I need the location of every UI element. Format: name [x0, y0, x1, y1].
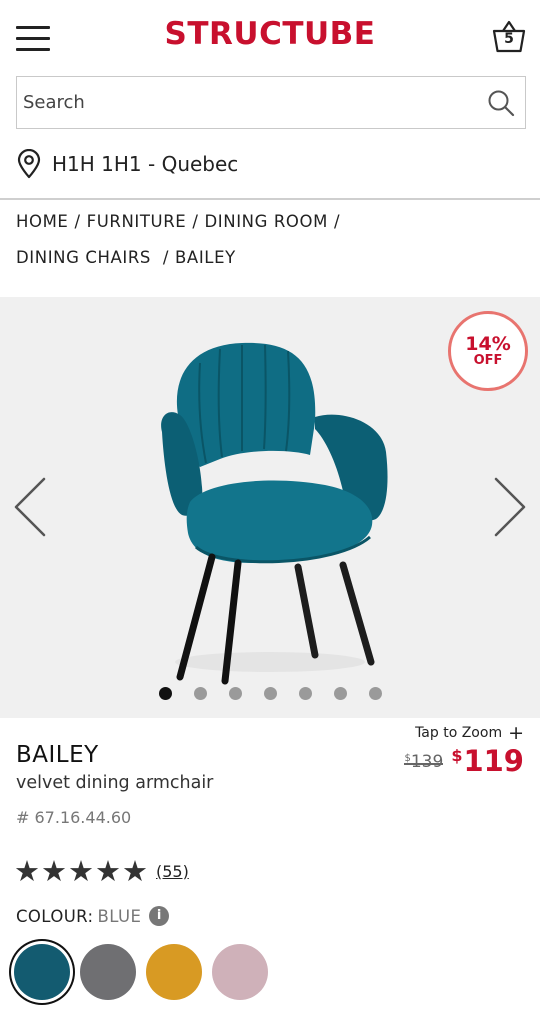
carousel-dot[interactable]: [333, 687, 347, 700]
breadcrumb-dining-room[interactable]: DINING ROOM: [205, 212, 328, 231]
carousel-dot[interactable]: [368, 687, 382, 700]
search-icon[interactable]: [487, 89, 515, 117]
tap-to-zoom[interactable]: Tap to Zoom +: [415, 722, 524, 744]
swatch-yellow[interactable]: [146, 944, 202, 1000]
colour-swatches: [14, 944, 278, 1000]
search-input[interactable]: [17, 77, 477, 128]
carousel-dot[interactable]: [158, 687, 172, 700]
plus-icon: +: [508, 722, 524, 744]
breadcrumb: HOME / FURNITURE / DINING ROOM / DINING CHAIRS…: [16, 204, 526, 276]
product-sku: # 67.16.44.60: [16, 808, 132, 827]
info-icon[interactable]: i: [149, 906, 170, 926]
product-image[interactable]: [150, 337, 400, 687]
previous-image-arrow-icon[interactable]: [10, 475, 50, 539]
original-price-value: 139: [410, 752, 444, 772]
original-price: $139: [404, 752, 443, 772]
star-icon: ★: [95, 854, 121, 888]
breadcrumb-separator: /: [333, 212, 341, 231]
breadcrumb-dining-chairs[interactable]: DINING CHAIRS: [16, 248, 151, 267]
logo[interactable]: STRUCTUBE: [0, 16, 540, 52]
rating: ★ ★ ★ ★ ★ (55): [14, 854, 189, 888]
carousel-dot[interactable]: [263, 687, 277, 700]
tap-to-zoom-label: Tap to Zoom: [415, 725, 503, 741]
breadcrumb-furniture[interactable]: FURNITURE: [87, 212, 187, 231]
colour-value: BLUE: [97, 906, 142, 926]
sale-price: $119: [451, 744, 524, 778]
discount-badge: 14% OFF: [448, 311, 528, 391]
swatch-pink[interactable]: [212, 944, 268, 1000]
swatch-blue[interactable]: [14, 944, 70, 1000]
discount-off-label: OFF: [473, 353, 503, 368]
carousel-dot[interactable]: [228, 687, 242, 700]
location-text: H1H 1H1 - Quebec: [52, 152, 239, 176]
breadcrumb-separator: /: [74, 212, 81, 231]
breadcrumb-separator: /: [192, 212, 199, 231]
reviews-link[interactable]: (55): [156, 862, 189, 881]
location-selector[interactable]: H1H 1H1 - Quebec: [16, 148, 238, 180]
star-icon: ★: [122, 854, 148, 888]
sale-price-value: 119: [463, 744, 524, 778]
carousel-dots: [0, 683, 540, 702]
discount-percent: 14%: [465, 333, 511, 355]
breadcrumb-home[interactable]: HOME: [16, 212, 68, 231]
star-icon: ★: [68, 854, 94, 888]
colour-row: COLOUR: BLUE i: [16, 903, 170, 929]
search-bar: [16, 76, 526, 129]
cart-count: 5: [504, 31, 514, 47]
breadcrumb-current: BAILEY: [175, 248, 236, 267]
star-icon: ★: [41, 854, 67, 888]
breadcrumb-separator: /: [162, 248, 170, 267]
carousel-dot[interactable]: [298, 687, 312, 700]
star-icon: ★: [14, 854, 40, 888]
carousel-dot[interactable]: [193, 687, 207, 700]
price: $139 $119: [404, 742, 524, 778]
header: STRUCTUBE 5: [0, 0, 540, 76]
sale-price-currency: $: [451, 746, 463, 765]
divider: [0, 198, 540, 200]
swatch-grey[interactable]: [80, 944, 136, 1000]
product-image-gallery[interactable]: 14% OFF: [0, 297, 540, 718]
colour-label: COLOUR:: [16, 906, 94, 926]
product-name: BAILEY: [16, 742, 99, 768]
product-description: velvet dining armchair: [16, 773, 214, 793]
map-pin-icon: [17, 149, 41, 179]
next-image-arrow-icon[interactable]: [490, 475, 530, 539]
cart-button[interactable]: 5: [492, 18, 526, 54]
